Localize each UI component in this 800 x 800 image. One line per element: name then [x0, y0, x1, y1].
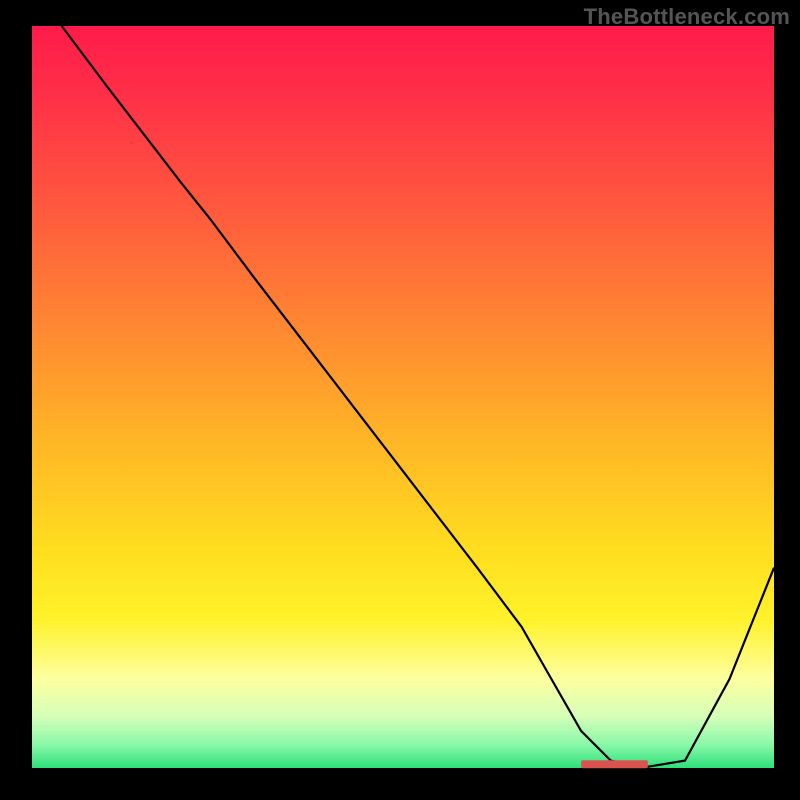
plot-background [32, 26, 774, 768]
optimal-range-marker [581, 760, 648, 768]
watermark-text: TheBottleneck.com [584, 4, 790, 30]
bottleneck-chart [0, 0, 800, 800]
chart-container: TheBottleneck.com [0, 0, 800, 800]
